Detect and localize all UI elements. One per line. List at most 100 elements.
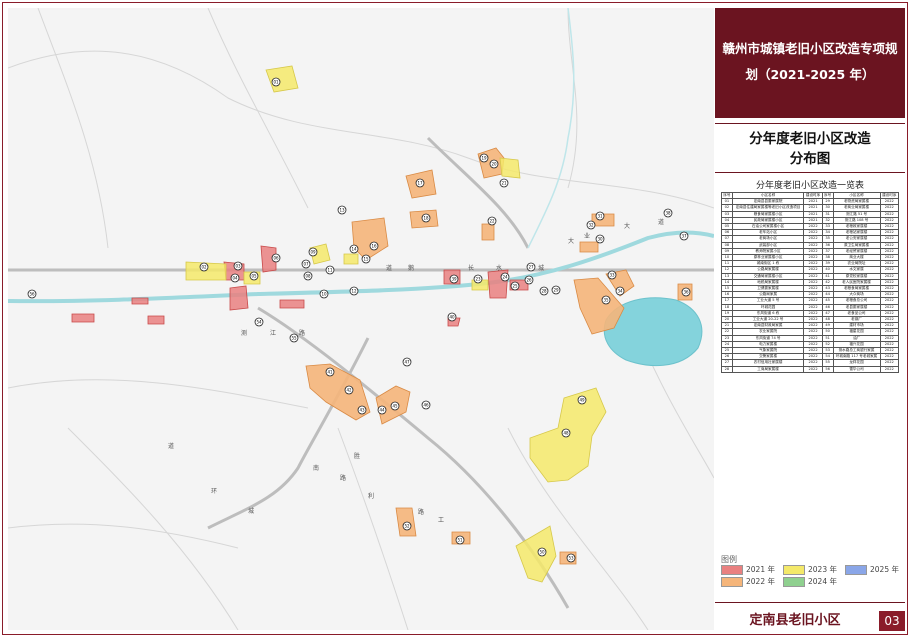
map-marker: 51: [455, 535, 465, 545]
map-marker-label: 27: [528, 264, 534, 269]
map-marker: 42: [344, 385, 354, 395]
map-marker: 24: [500, 272, 510, 282]
map-marker-label: 32: [588, 222, 594, 227]
map-marker-label: 47: [404, 359, 410, 364]
map-marker-label: 46: [423, 402, 429, 407]
table-cell: 56: [821, 365, 834, 373]
road-label: 环: [211, 488, 217, 495]
road-label: 路: [418, 508, 424, 516]
map-marker: 09: [308, 247, 318, 257]
map-marker-label: 19: [481, 155, 487, 160]
map-marker-label: 56: [29, 291, 35, 296]
legend-swatch: [783, 576, 805, 587]
map-marker: 54: [254, 317, 264, 327]
map-marker-label: 50: [539, 549, 545, 554]
map-marker: 17: [415, 178, 425, 188]
table-header-cell: 建设时序: [879, 191, 900, 200]
footer: 定南县老旧小区 03: [715, 602, 905, 631]
map-marker: 56: [27, 289, 37, 299]
map-marker-label: 16: [371, 243, 377, 248]
map-marker-label: 12: [351, 288, 357, 293]
map-marker-label: 25: [512, 283, 518, 288]
road-label: 城: [248, 508, 254, 515]
map-marker: 50: [537, 547, 547, 557]
legend-label: 2025 年: [870, 565, 899, 574]
table-cell: 定南县住建局家属楼等老旧小区改造项目: [731, 204, 805, 212]
map-marker: 45: [390, 401, 400, 411]
map-marker: 30: [595, 234, 605, 244]
map-marker-label: 15: [363, 256, 369, 261]
map-marker: 49: [577, 395, 587, 405]
map-marker-label: 52: [404, 523, 410, 528]
map-marker: 41: [325, 367, 335, 377]
map-marker-label: 38: [665, 210, 671, 215]
map-marker: 16: [369, 241, 379, 251]
map-marker: 22: [487, 216, 497, 226]
map-marker-label: 08: [305, 273, 311, 278]
map-marker: 27: [526, 262, 536, 272]
map-marker-label: 21: [501, 180, 507, 185]
road-label: 水: [496, 264, 502, 272]
table-cell: 2022: [879, 365, 900, 373]
road-label: 道: [386, 264, 392, 272]
map-marker: 33: [607, 270, 617, 280]
map-canvas: 01 02 03 04 05 06 07 08 09 10 11 12 13 14 15 16 17 18 19 20…: [8, 8, 714, 630]
map-marker: 37: [679, 231, 689, 241]
legend-label: 2021 年: [746, 565, 775, 574]
map-marker-label: 51: [457, 537, 463, 542]
map-marker-label: 09: [310, 249, 316, 254]
page-number: 03: [879, 611, 905, 631]
map-marker-label: 43: [359, 407, 365, 412]
map-marker: 35: [601, 295, 611, 305]
table-cell: 雪华公司: [832, 365, 881, 373]
map-marker: 08: [303, 271, 313, 281]
map-svg: 01 02 03 04 05 06 07 08 09 10 11 12 13 14 15 16 17 18 19 20…: [8, 8, 714, 630]
road-label: 路: [340, 474, 346, 482]
map-marker: 31: [595, 211, 605, 221]
map-marker: 32: [586, 220, 596, 230]
road-label: 业: [584, 232, 590, 240]
map-marker-label: 49: [579, 397, 585, 402]
road-label: 路: [299, 329, 305, 337]
map-marker: 07: [301, 259, 311, 269]
map-marker-label: 03: [235, 263, 241, 268]
legend-label: 2023 年: [808, 565, 837, 574]
map-marker-label: 22: [489, 218, 495, 223]
map-marker-label: 23: [475, 276, 481, 281]
map-marker: 23: [473, 274, 483, 284]
legend-item: 2023 年: [783, 564, 837, 575]
map-marker-label: 54: [256, 319, 262, 324]
legend-label: 2024 年: [808, 577, 837, 586]
map-marker-label: 34: [617, 288, 623, 293]
road-label: 南: [313, 464, 319, 472]
map-marker: 21: [499, 178, 509, 188]
map-marker-label: 06: [273, 255, 279, 260]
map-title: 分年度老旧小区改造 分布图: [715, 123, 905, 173]
map-marker-label: 18: [423, 215, 429, 220]
map-marker-label: 17: [417, 180, 423, 185]
map-marker-label: 13: [339, 207, 345, 212]
header-title-box: 赣州市城镇老旧小区改造专项规 划（2021-2025 年）: [715, 8, 905, 118]
map-marker-label: 10: [321, 291, 327, 296]
road-label: 道: [658, 218, 664, 226]
map-marker-label: 29: [553, 287, 559, 292]
map-marker-label: 01: [273, 79, 279, 84]
map-marker: 44: [377, 405, 387, 415]
map-marker: 28: [539, 286, 549, 296]
map-marker-label: 02: [201, 264, 207, 269]
map-marker: 04: [230, 273, 240, 283]
table-cell: 测水路总工商银行家属: [832, 347, 881, 355]
table-cell: 28: [721, 365, 733, 373]
map-marker: 12: [349, 286, 359, 296]
legend-item: 2021 年: [721, 564, 775, 575]
road-label: 长: [468, 264, 474, 272]
map-marker: 40: [447, 312, 457, 322]
map-marker: 26: [524, 275, 534, 285]
map-marker-label: 39: [451, 276, 457, 281]
map-marker: 25: [510, 281, 520, 291]
map-marker: 47: [402, 357, 412, 367]
map-marker: 18: [421, 213, 431, 223]
road-label: 道: [168, 442, 174, 450]
map-marker-label: 20: [491, 161, 497, 166]
map-marker: 06: [271, 253, 281, 263]
